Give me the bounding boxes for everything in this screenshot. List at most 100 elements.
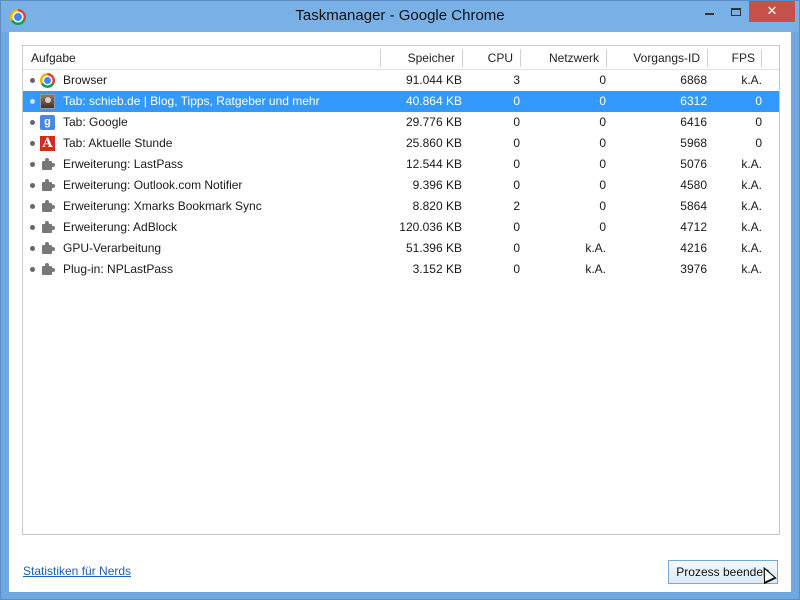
table-row[interactable]: g Tab: Google 29.776 KB 0 0 6416 0 (23, 112, 779, 133)
network-cell: 0 (599, 73, 606, 87)
pid-cell: 4580 (680, 178, 707, 192)
cpu-cell: 2 (513, 199, 520, 213)
network-cell: k.A. (585, 262, 606, 276)
cpu-cell: 0 (513, 157, 520, 171)
task-cell: Browser (63, 73, 108, 87)
process-table[interactable]: Aufgabe Speicher CPU Netzwerk Vorgangs-I… (22, 45, 780, 535)
minimize-button[interactable] (695, 1, 723, 22)
fps-cell: k.A. (741, 178, 762, 192)
bullet-icon (30, 99, 35, 104)
memory-cell: 40.864 KB (405, 94, 462, 108)
bullet-icon (30, 183, 35, 188)
column-header-task[interactable]: Aufgabe (31, 50, 76, 66)
bullet-icon (30, 225, 35, 230)
cpu-cell: 0 (513, 94, 520, 108)
table-row[interactable]: Erweiterung: AdBlock 120.036 KB 0 0 4712 k.A. (23, 217, 779, 238)
fps-cell: k.A. (741, 262, 762, 276)
network-cell: 0 (599, 220, 606, 234)
pid-cell: 6312 (680, 94, 707, 108)
cpu-cell: 0 (513, 241, 520, 255)
task-cell: Erweiterung: AdBlock (63, 220, 178, 234)
puzzle-icon (40, 178, 55, 193)
memory-cell: 51.396 KB (405, 241, 462, 255)
puzzle-icon (40, 220, 55, 235)
memory-cell: 8.820 KB (412, 199, 462, 213)
table-row[interactable]: A Tab: Aktuelle Stunde 25.860 KB 0 0 5968 0 (23, 133, 779, 154)
column-header-cpu[interactable]: CPU (465, 50, 513, 66)
network-cell: 0 (599, 136, 606, 150)
close-icon: ✕ (766, 3, 778, 18)
pid-cell: 4712 (680, 220, 707, 234)
column-header-fps[interactable]: FPS (710, 50, 755, 66)
bullet-icon (30, 78, 35, 83)
cpu-cell: 0 (513, 220, 520, 234)
chrome-icon (40, 73, 55, 88)
task-cell: Tab: schieb.de | Blog, Tipps, Ratgeber u… (63, 94, 320, 108)
task-cell: Erweiterung: LastPass (63, 157, 184, 171)
table-row[interactable]: Plug-in: NPLastPass 3.152 KB 0 k.A. 3976 k.A. (23, 259, 779, 280)
memory-cell: 29.776 KB (405, 115, 462, 129)
google-icon: g (40, 115, 55, 130)
column-divider[interactable] (380, 49, 381, 67)
table-row[interactable]: Browser 91.044 KB 3 0 6868 k.A. (23, 70, 779, 91)
network-cell: 0 (599, 115, 606, 129)
stats-for-nerds-link[interactable]: Statistiken für Nerds (23, 564, 131, 578)
task-cell: Plug-in: NPLastPass (63, 262, 174, 276)
maximize-button[interactable] (723, 1, 749, 22)
fps-cell: k.A. (741, 199, 762, 213)
table-row[interactable]: Tab: schieb.de | Blog, Tipps, Ratgeber u… (23, 91, 779, 112)
client-area: Aufgabe Speicher CPU Netzwerk Vorgangs-I… (9, 32, 791, 592)
pid-cell: 6416 (680, 115, 707, 129)
column-divider[interactable] (761, 49, 762, 67)
bullet-icon (30, 267, 35, 272)
column-header-pid[interactable]: Vorgangs-ID (609, 50, 700, 66)
window-title: Taskmanager - Google Chrome (295, 7, 505, 24)
column-divider[interactable] (462, 49, 463, 67)
fps-cell: k.A. (741, 73, 762, 87)
column-divider[interactable] (520, 49, 521, 67)
memory-cell: 120.036 KB (399, 220, 462, 234)
close-button[interactable]: ✕ (749, 1, 795, 22)
column-divider[interactable] (606, 49, 607, 67)
puzzle-icon (40, 157, 55, 172)
task-cell: Erweiterung: Outlook.com Notifier (63, 178, 243, 192)
column-header-network[interactable]: Netzwerk (523, 50, 599, 66)
network-cell: k.A. (585, 241, 606, 255)
table-row[interactable]: Erweiterung: Xmarks Bookmark Sync 8.820 K… (23, 196, 779, 217)
table-row[interactable]: GPU-Verarbeitung 51.396 KB 0 k.A. 4216 k.A. (23, 238, 779, 259)
puzzle-icon (40, 241, 55, 256)
minimize-icon (704, 12, 714, 15)
pid-cell: 5968 (680, 136, 707, 150)
fps-cell: 0 (755, 115, 762, 129)
task-cell: Erweiterung: Xmarks Bookmark Sync (63, 199, 262, 213)
bullet-icon (30, 120, 35, 125)
memory-cell: 9.396 KB (412, 178, 462, 192)
memory-cell: 91.044 KB (405, 73, 462, 87)
task-manager-window: Taskmanager - Google Chrome ✕ Aufgabe Sp… (0, 0, 800, 600)
fps-cell: k.A. (741, 157, 762, 171)
task-cell: GPU-Verarbeitung (63, 241, 162, 255)
bullet-icon (30, 141, 35, 146)
pid-cell: 6868 (680, 73, 707, 87)
cpu-cell: 3 (513, 73, 520, 87)
maximize-icon (731, 7, 741, 16)
network-cell: 0 (599, 199, 606, 213)
column-divider[interactable] (707, 49, 708, 67)
pid-cell: 3976 (680, 262, 707, 276)
table-row[interactable]: Erweiterung: LastPass 12.544 KB 0 0 5076 k.A. (23, 154, 779, 175)
puzzle-icon (40, 199, 55, 214)
fps-cell: 0 (755, 136, 762, 150)
memory-cell: 25.860 KB (405, 136, 462, 150)
bullet-icon (30, 246, 35, 251)
cpu-cell: 0 (513, 136, 520, 150)
memory-cell: 3.152 KB (412, 262, 462, 276)
pid-cell: 4216 (680, 241, 707, 255)
cpu-cell: 0 (513, 262, 520, 276)
bullet-icon (30, 162, 35, 167)
column-header-memory[interactable]: Speicher (383, 50, 455, 66)
title-bar[interactable]: Taskmanager - Google Chrome ✕ (1, 1, 799, 32)
task-cell: Tab: Google (63, 115, 128, 129)
task-cell: Tab: Aktuelle Stunde (63, 136, 173, 150)
table-row[interactable]: Erweiterung: Outlook.com Notifier 9.396 K… (23, 175, 779, 196)
avatar-icon (40, 94, 55, 109)
